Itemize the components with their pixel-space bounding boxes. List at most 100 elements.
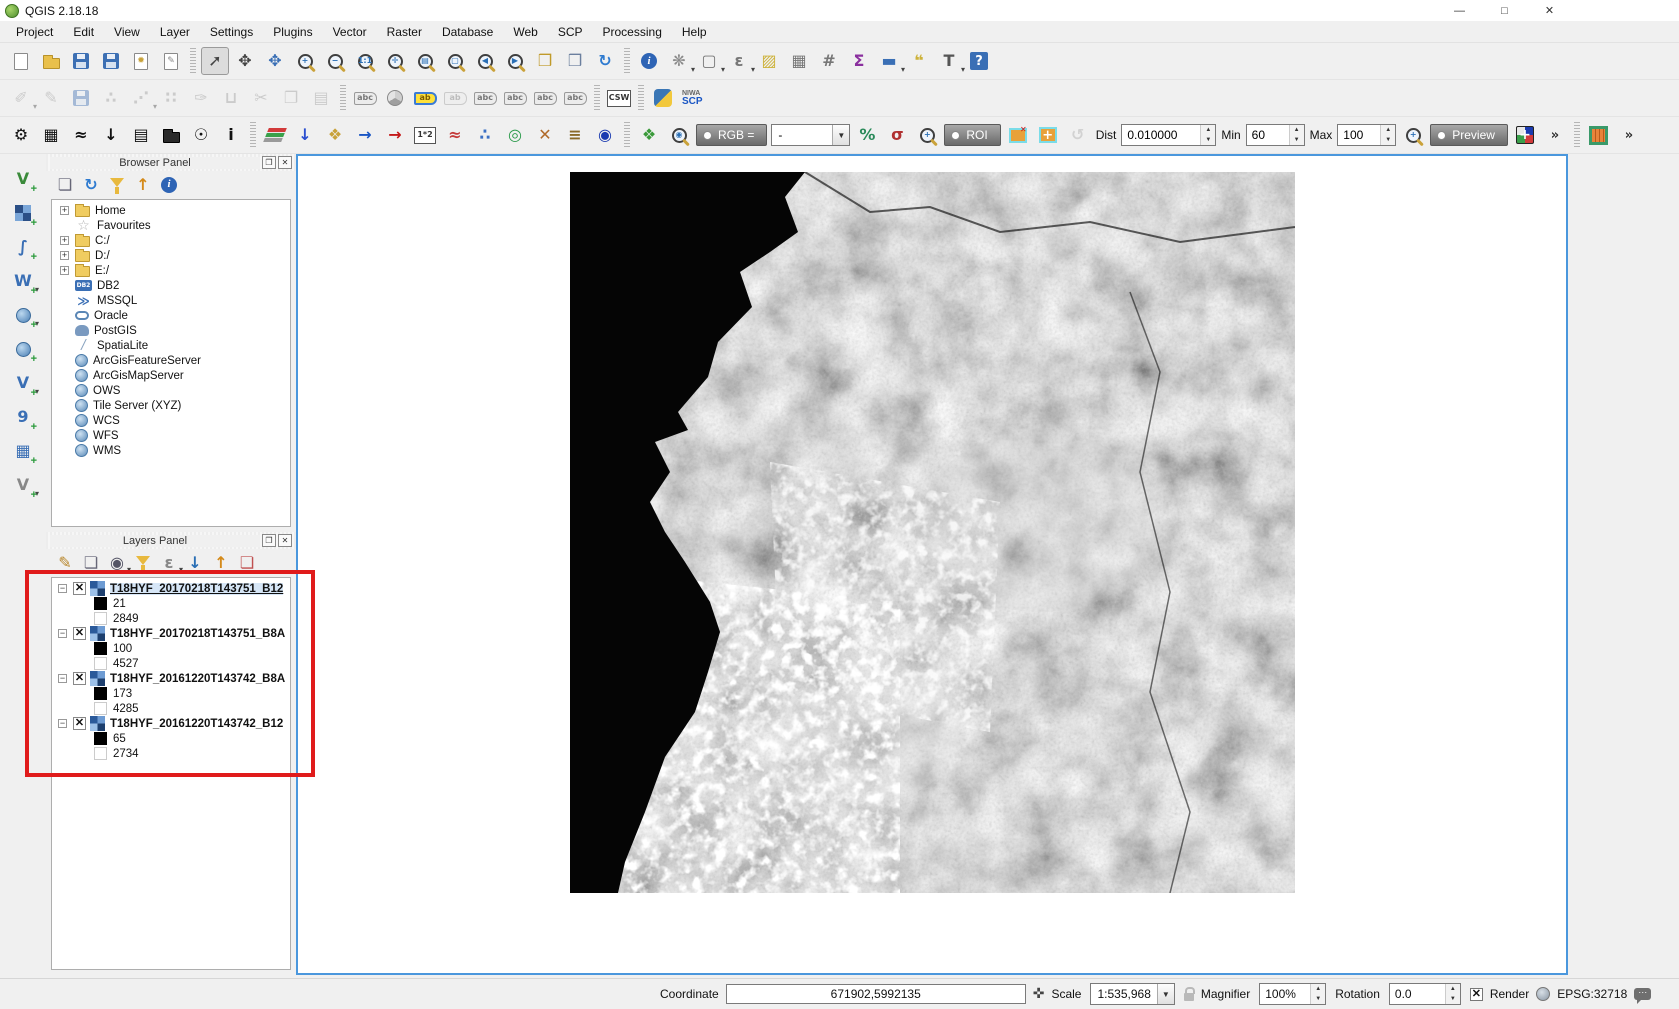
- render-checkbox[interactable]: ✕: [1470, 988, 1483, 1001]
- add-wfs-layer-dropdown[interactable]: ▾: [35, 387, 39, 396]
- save-project[interactable]: [67, 47, 95, 75]
- layer-name[interactable]: T18HYF_20170218T143751_B12: [110, 583, 283, 595]
- mouse-extent-icon[interactable]: ✜: [1033, 986, 1045, 1002]
- move-label[interactable]: abc: [501, 84, 529, 112]
- expand-icon[interactable]: +: [60, 266, 69, 275]
- scp-export-signatures[interactable]: →: [381, 121, 409, 149]
- copy-features[interactable]: ❐: [277, 84, 305, 112]
- close-icon[interactable]: ✕: [278, 534, 292, 547]
- collapse-icon[interactable]: −: [58, 674, 67, 683]
- manage-layer-visibility[interactable]: ◉▾: [105, 551, 129, 575]
- browser-item-c[interactable]: +C:/: [52, 233, 290, 248]
- browser-item-db2[interactable]: DB2DB2: [52, 278, 290, 293]
- pan-to-selection[interactable]: ✥: [261, 47, 289, 75]
- identify-features[interactable]: i: [635, 47, 663, 75]
- menu-settings[interactable]: Settings: [200, 22, 263, 42]
- python-console[interactable]: [649, 84, 677, 112]
- filter-by-expression[interactable]: ε▾: [157, 551, 181, 575]
- scp-redo-roi[interactable]: ↺: [1064, 121, 1092, 149]
- browser-item-home[interactable]: +Home: [52, 203, 290, 218]
- move-feature[interactable]: ∷: [157, 84, 185, 112]
- scp-show-hide-rgb[interactable]: ◉: [665, 121, 693, 149]
- expand-icon[interactable]: +: [60, 251, 69, 260]
- scp-web[interactable]: ☉: [187, 121, 215, 149]
- menu-raster[interactable]: Raster: [377, 22, 432, 42]
- float-panel-icon[interactable]: ❐: [262, 156, 276, 169]
- browser-properties[interactable]: i: [157, 173, 181, 197]
- menu-edit[interactable]: Edit: [63, 22, 104, 42]
- scp-report[interactable]: ≡: [561, 121, 589, 149]
- map-tips[interactable]: ❝: [905, 47, 933, 75]
- close-button[interactable]: ✕: [1527, 0, 1572, 21]
- collapse-icon[interactable]: −: [58, 719, 67, 728]
- save-project-as[interactable]: [97, 47, 125, 75]
- show-bookmarks[interactable]: ❒: [561, 47, 589, 75]
- rotate-label[interactable]: abc: [531, 84, 559, 112]
- scp-download-products[interactable]: ↓: [97, 121, 125, 149]
- deselect-features[interactable]: ▨: [755, 47, 783, 75]
- zoom-next[interactable]: ▶: [501, 47, 529, 75]
- scp-edit-tools[interactable]: ✕: [531, 121, 559, 149]
- browser-item-mssql[interactable]: ≫MSSQL: [52, 293, 290, 308]
- scp-spectral-signature[interactable]: ≈: [441, 121, 469, 149]
- scp-rgb-combo[interactable]: - ▼: [771, 124, 850, 146]
- scp-preview-toggle[interactable]: Preview: [1430, 124, 1508, 146]
- scale-combo[interactable]: 1:535,968 ▼: [1090, 983, 1174, 1005]
- lock-scale-icon[interactable]: [1184, 993, 1194, 1001]
- run-feature-action[interactable]: ❋▾: [665, 47, 693, 75]
- menu-scp[interactable]: SCP: [548, 22, 593, 42]
- field-calculator[interactable]: #: [815, 47, 843, 75]
- scp-dist-spinbox[interactable]: 0.010000 ▲▼: [1121, 124, 1216, 146]
- zoom-out[interactable]: −: [321, 47, 349, 75]
- spin-arrows-icon[interactable]: ▲▼: [1445, 984, 1460, 1004]
- menu-plugins[interactable]: Plugins: [263, 22, 322, 42]
- browser-collapse-all[interactable]: ↑: [131, 173, 155, 197]
- spin-arrows-icon[interactable]: ▲▼: [1289, 125, 1304, 145]
- expand-icon[interactable]: +: [60, 236, 69, 245]
- browser-item-ows[interactable]: OWS: [52, 383, 290, 398]
- scp-band-calc-dialog[interactable]: 1*2: [411, 121, 439, 149]
- menu-vector[interactable]: Vector: [323, 22, 377, 42]
- map-canvas[interactable]: [296, 154, 1568, 975]
- scp-open-folder[interactable]: [157, 121, 185, 149]
- scp-max-spinbox[interactable]: 100 ▲▼: [1337, 124, 1396, 146]
- menu-help[interactable]: Help: [672, 22, 717, 42]
- close-icon[interactable]: ✕: [278, 156, 292, 169]
- rotation-spinbox[interactable]: 0.0 ▲▼: [1389, 983, 1461, 1005]
- scp-band-calc[interactable]: ▦: [37, 121, 65, 149]
- open-attribute-table[interactable]: ▦: [785, 47, 813, 75]
- menu-web[interactable]: Web: [503, 22, 547, 42]
- float-panel-icon[interactable]: ❐: [262, 534, 276, 547]
- chevron-down-icon[interactable]: ▼: [832, 125, 849, 145]
- epsg-status[interactable]: EPSG:32718: [1557, 987, 1627, 1001]
- add-delimited-text-layer[interactable]: 9: [9, 403, 37, 431]
- scp-roi-toggle[interactable]: ROI: [944, 124, 1000, 146]
- highlight-pinned-labels[interactable]: ab: [411, 84, 439, 112]
- add-db-layer[interactable]: ▦: [9, 437, 37, 465]
- cut-features[interactable]: ✂: [247, 84, 275, 112]
- browser-item-arcgismapserver[interactable]: ArcGisMapServer: [52, 368, 290, 383]
- text-annotation[interactable]: T▾: [935, 47, 963, 75]
- composer-manager[interactable]: ✎: [157, 47, 185, 75]
- zoom-full-extent[interactable]: ✛: [381, 47, 409, 75]
- browser-item-wfs[interactable]: WFS: [52, 428, 290, 443]
- new-shapefile-layer-dropdown[interactable]: ▾: [35, 489, 39, 498]
- layer-item[interactable]: −✕T18HYF_20170218T143751_B8A: [52, 626, 290, 641]
- select-features[interactable]: ▢▾: [695, 47, 723, 75]
- layer-item[interactable]: −✕T18HYF_20161220T143742_B12: [52, 716, 290, 731]
- scp-roi-pointer-tool[interactable]: +: [1034, 121, 1062, 149]
- layer-diagram-options[interactable]: [381, 84, 409, 112]
- zoom-in[interactable]: +: [291, 47, 319, 75]
- scp-clip-bands[interactable]: ◎: [501, 121, 529, 149]
- browser-add-selected-layers[interactable]: ❏: [53, 173, 77, 197]
- add-wfs-layer[interactable]: V▾: [9, 369, 37, 397]
- add-wms-layer-dropdown[interactable]: ▾: [35, 319, 39, 328]
- current-edits[interactable]: ✐▾: [7, 84, 35, 112]
- add-postgis-layer-dropdown[interactable]: ▾: [35, 285, 39, 294]
- layer-name[interactable]: T18HYF_20161220T143742_B8A: [110, 673, 285, 685]
- browser-refresh[interactable]: ↻: [79, 173, 103, 197]
- spin-arrows-icon[interactable]: ▲▼: [1380, 125, 1395, 145]
- touch-zoom-tool[interactable]: ➚: [201, 47, 229, 75]
- browser-item-oracle[interactable]: Oracle: [52, 308, 290, 323]
- pan-map-tool[interactable]: ✥: [231, 47, 259, 75]
